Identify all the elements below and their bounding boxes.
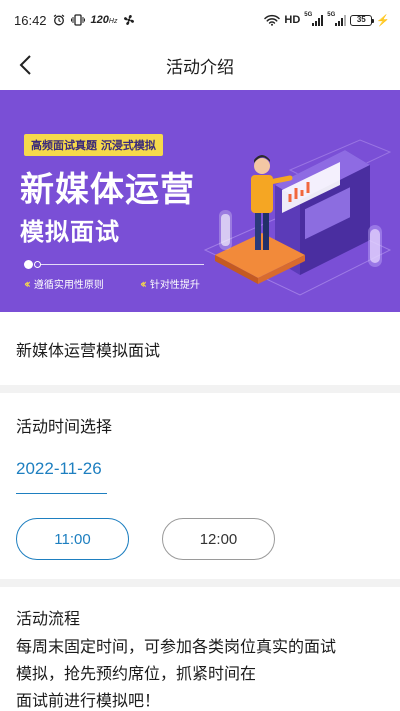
double-chevron-icon: ‹‹: [24, 276, 31, 291]
banner-feature-label: 针对性提升: [149, 280, 200, 291]
chevron-left-icon: [19, 55, 31, 75]
sim1-network-type: 5G: [304, 11, 313, 18]
refresh-rate: 120Hz: [91, 14, 118, 26]
flow-line: 模拟，抢先预约席位，抓紧时间在: [16, 664, 257, 683]
battery-level: 35: [356, 14, 366, 24]
time-slot-1200[interactable]: 12:00: [162, 518, 275, 560]
activity-banner: 高频面试真题 沉浸式模拟 新媒体运营 模拟面试 ‹‹ 遵循实用性原则 ‹‹ 针对…: [0, 90, 400, 312]
status-time: 16:42: [14, 12, 47, 28]
carousel-dot-active: [24, 260, 33, 269]
battery-icon: 35: [350, 14, 375, 26]
time-select-title: 活动时间选择: [16, 417, 113, 436]
status-bar: 16:42 120Hz HD 5G 5G 35 ⚡: [0, 0, 400, 40]
nav-bar: 活动介绍: [0, 40, 400, 90]
page-title: 活动介绍: [166, 57, 234, 78]
time-select-card: 活动时间选择 2022-11-26 11:00 12:00: [0, 393, 400, 579]
activity-name-card: 新媒体运营模拟面试: [0, 312, 400, 385]
banner-feature-label: 遵循实用性原则: [33, 280, 104, 291]
flow-title: 活动流程: [16, 609, 81, 628]
refresh-rate-value: 120: [90, 14, 109, 26]
date-picker[interactable]: 2022-11-26: [16, 459, 102, 479]
banner-feature: ‹‹ 针对性提升: [140, 276, 200, 292]
signal-icon: 5G: [327, 11, 347, 26]
activity-flow-card: 活动流程 每周末固定时间，可参加各类岗位真实的面试 模拟，抢先预约席位，抓紧时间…: [0, 587, 400, 711]
back-button[interactable]: [12, 52, 38, 78]
refresh-rate-unit: Hz: [108, 18, 118, 25]
activity-name: 新媒体运营模拟面试: [16, 340, 161, 360]
signal-icon: 5G: [304, 11, 324, 26]
fan-icon: [123, 14, 135, 26]
flow-line: 面试前进行模拟吧！: [16, 691, 161, 710]
alarm-icon: [53, 14, 65, 26]
sim2-network-type: 5G: [327, 11, 336, 18]
time-slot-1100[interactable]: 11:00: [16, 518, 129, 560]
charging-icon: ⚡: [376, 14, 390, 27]
date-underline: [16, 493, 107, 494]
banner-subtitle: 模拟面试: [20, 218, 120, 246]
wifi-icon: [264, 14, 281, 26]
vibrate-icon: [70, 14, 85, 26]
banner-divider: [40, 264, 204, 265]
flow-line: 每周末固定时间，可参加各类岗位真实的面试: [16, 637, 337, 656]
banner-feature: ‹‹ 遵循实用性原则: [24, 276, 104, 292]
hd-indicator: HD: [284, 14, 301, 26]
double-chevron-icon: ‹‹: [140, 276, 147, 291]
banner-title: 新媒体运营: [20, 170, 195, 210]
banner-tag: 高频面试真题 沉浸式模拟: [24, 134, 163, 156]
flow-description: 每周末固定时间，可参加各类岗位真实的面试 模拟，抢先预约席位，抓紧时间在 面试前…: [16, 633, 384, 711]
